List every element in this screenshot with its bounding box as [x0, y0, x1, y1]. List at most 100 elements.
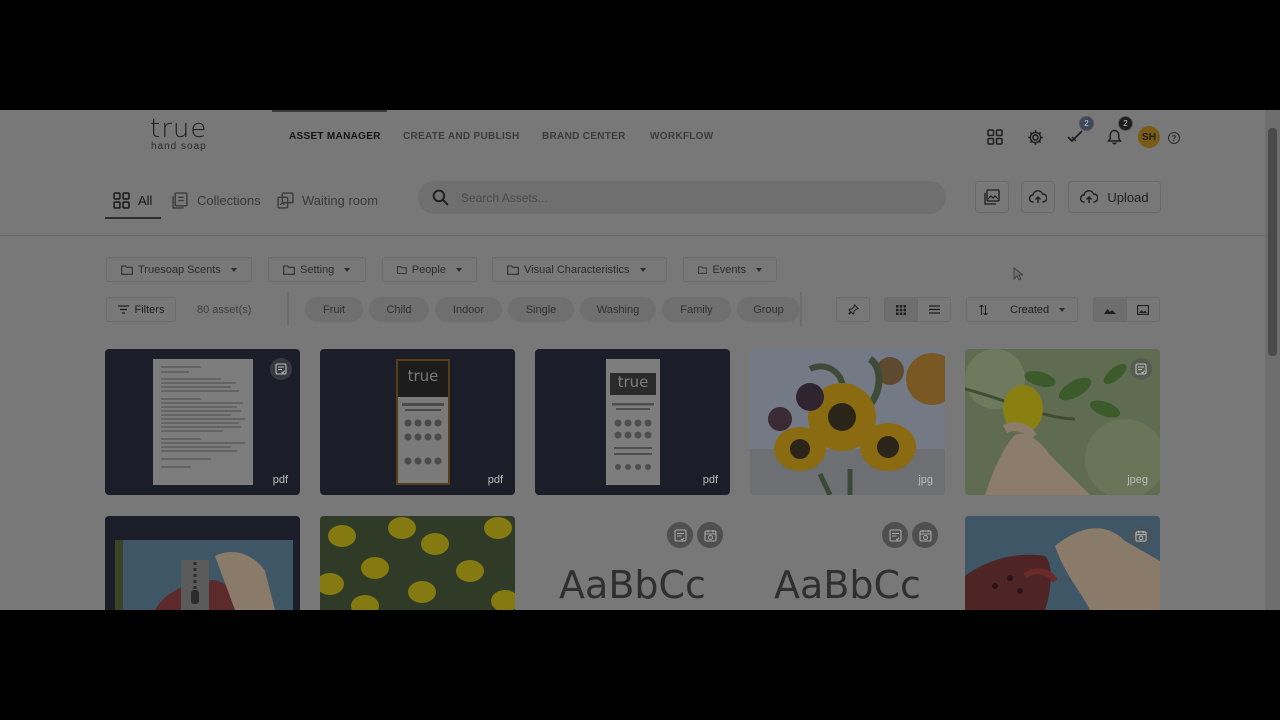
- font-card-actions: [667, 522, 723, 548]
- chevron-down-icon: [756, 267, 762, 272]
- folder-people[interactable]: People: [382, 257, 477, 282]
- chip-family[interactable]: Family: [662, 297, 731, 322]
- file-extension: jpg: [918, 474, 933, 486]
- chip-single[interactable]: Single: [508, 297, 574, 322]
- avatar[interactable]: SH: [1138, 126, 1160, 148]
- logo-tagline: hand soap: [151, 141, 207, 152]
- nav-create-and-publish[interactable]: CREATE AND PUBLISH: [403, 131, 520, 142]
- cloud-sync-button[interactable]: [1021, 181, 1055, 213]
- gear-icon[interactable]: [1024, 126, 1046, 148]
- asset-count: 80 asset(s): [197, 304, 252, 316]
- folder-label: People: [411, 263, 446, 276]
- list-view-button[interactable]: [917, 297, 951, 322]
- folder-setting[interactable]: Setting: [268, 257, 366, 282]
- nav-brand-center[interactable]: BRAND CENTER: [542, 131, 626, 142]
- chip-washing[interactable]: Washing: [580, 297, 656, 322]
- app-viewport: true hand soap ASSET MANAGER CREATE AND …: [0, 110, 1280, 610]
- scrollbar[interactable]: [1265, 110, 1280, 610]
- folder-icon: [121, 264, 133, 275]
- crop-view-button[interactable]: [1093, 297, 1127, 322]
- chevron-down-icon: [230, 267, 237, 272]
- scrollbar-thumb[interactable]: [1268, 128, 1277, 356]
- file-extension: pdf: [487, 474, 503, 486]
- asset-card[interactable]: pdf: [105, 349, 300, 495]
- calendar-icon[interactable]: [697, 522, 723, 548]
- asset-card[interactable]: jpeg: [965, 349, 1160, 495]
- flyer-logo: true: [610, 373, 656, 395]
- help-icon[interactable]: ?: [1168, 132, 1180, 144]
- top-navigation: true hand soap ASSET MANAGER CREATE AND …: [0, 110, 1265, 164]
- font-card-actions: [882, 522, 938, 548]
- asset-card[interactable]: true pdf: [320, 349, 515, 495]
- landscape-icon: [1104, 309, 1116, 314]
- folder-label: Events: [712, 263, 746, 276]
- search-bar: [418, 181, 946, 214]
- tab-all[interactable]: All: [113, 192, 152, 209]
- tab-waiting-room[interactable]: Waiting room: [277, 192, 378, 209]
- folder-icon: [698, 265, 708, 274]
- mouse-cursor: [1013, 267, 1023, 281]
- flyer-thumbnail: true: [606, 359, 660, 485]
- image-frame-icon: [1137, 304, 1149, 315]
- asset-card[interactable]: [320, 516, 515, 610]
- lemons-photo: [320, 516, 515, 610]
- grid-dots-icon: [896, 304, 906, 315]
- chip-divider: [287, 292, 289, 326]
- sort-dropdown[interactable]: Created: [966, 297, 1078, 322]
- chip-divider-right: [800, 292, 802, 326]
- folder-truesoap-scents[interactable]: Truesoap Scents: [106, 257, 252, 282]
- tab-all-label: All: [138, 193, 153, 208]
- upload-button[interactable]: Upload: [1068, 181, 1161, 213]
- review-icon[interactable]: [1130, 358, 1152, 380]
- fit-view-button[interactable]: [1126, 297, 1160, 322]
- tab-waiting-room-label: Waiting room: [302, 193, 379, 208]
- tab-collections[interactable]: Collections: [172, 192, 261, 209]
- chevron-down-icon: [639, 267, 646, 272]
- folder-label: Truesoap Scents: [138, 263, 221, 276]
- search-input[interactable]: [461, 190, 901, 205]
- chevron-down-icon: [344, 267, 351, 272]
- logo-word: true: [150, 114, 208, 144]
- chip-group[interactable]: Group: [737, 297, 800, 322]
- tasks-icon[interactable]: 2: [1064, 116, 1094, 148]
- chip-indoor[interactable]: Indoor: [435, 297, 502, 322]
- nav-asset-manager[interactable]: ASSET MANAGER: [289, 131, 381, 142]
- brochure-logo: true: [398, 361, 448, 397]
- filters-button[interactable]: Filters: [106, 297, 176, 322]
- nav-workflow[interactable]: WORKFLOW: [650, 131, 714, 142]
- chip-child[interactable]: Child: [369, 297, 429, 322]
- folder-visual-characteristics[interactable]: Visual Characteristics: [492, 257, 667, 282]
- grid-view-button[interactable]: [884, 297, 918, 322]
- calendar-icon[interactable]: [1130, 525, 1152, 547]
- waiting-room-icon: [277, 192, 294, 209]
- review-icon[interactable]: [882, 522, 908, 548]
- asset-card[interactable]: [965, 516, 1160, 610]
- grid-icon: [113, 192, 130, 209]
- asset-card[interactable]: [105, 516, 300, 610]
- cloud-upload-icon: [1029, 190, 1047, 203]
- asset-card[interactable]: jpg: [750, 349, 945, 495]
- asset-manager-app: true hand soap ASSET MANAGER CREATE AND …: [0, 110, 1265, 610]
- folder-icon: [507, 264, 519, 275]
- file-extension: pdf: [272, 474, 288, 486]
- chip-fruit[interactable]: Fruit: [305, 297, 363, 322]
- collections-icon: [172, 192, 188, 209]
- sort-icon: [979, 304, 988, 315]
- cloud-upload-icon: [1080, 190, 1099, 203]
- asset-card[interactable]: true pdf: [535, 349, 730, 495]
- pin-button[interactable]: [836, 297, 870, 322]
- search-icon[interactable]: [432, 189, 449, 206]
- apps-icon[interactable]: [984, 126, 1006, 148]
- review-icon[interactable]: [667, 522, 693, 548]
- pin-icon: [847, 304, 859, 315]
- gallery-button[interactable]: [975, 181, 1009, 213]
- font-sample: AaBbCc: [559, 563, 706, 607]
- folder-events[interactable]: Events: [683, 257, 777, 282]
- review-icon[interactable]: [270, 358, 292, 380]
- brand-logo[interactable]: true hand soap: [150, 116, 207, 152]
- sort-label: Created: [1010, 303, 1050, 316]
- bell-icon[interactable]: 2: [1103, 116, 1133, 148]
- folder-label: Visual Characteristics: [524, 263, 630, 276]
- list-icon: [928, 305, 940, 314]
- calendar-icon[interactable]: [912, 522, 938, 548]
